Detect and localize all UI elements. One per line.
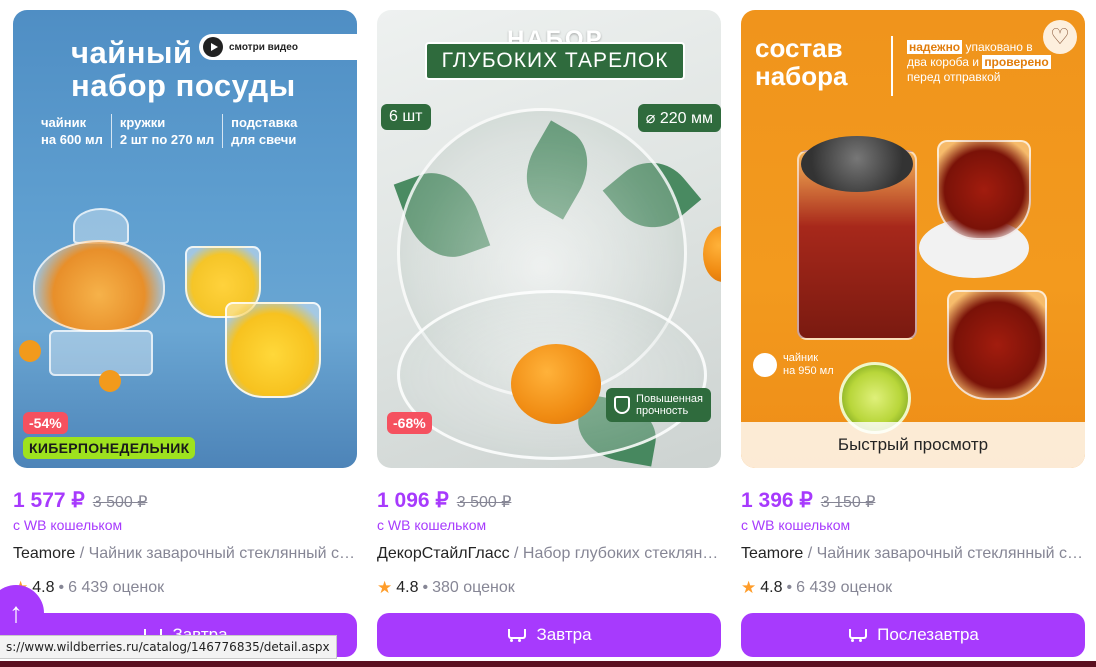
product-title: / Чайник заварочный стеклянный с подстав…: [79, 545, 357, 562]
rating: ★ 4.8 • 6 439 оценок: [13, 577, 357, 599]
product-title: / Набор глубоких стеклянных тарелок: [514, 545, 721, 562]
discount-badge: -68%: [387, 412, 432, 434]
separator: •: [58, 579, 65, 596]
reviews-count[interactable]: 6 439 оценок: [796, 579, 892, 597]
catalog-page: чайный набор посуды смотри видео чайник н…: [0, 0, 1096, 667]
packaging-note: надежно упаковано в два короба и провере…: [907, 40, 1051, 84]
promo-badge: КИБЕРПОНЕДЕЛЬНИК: [23, 437, 196, 459]
teapot-illustration: [33, 240, 165, 332]
image-subtitle: ГЛУБОКИХ ТАРЕЛОК: [425, 42, 685, 80]
price-row: 1 096 ₽ 3 500 ₽: [377, 488, 721, 514]
cart-icon: [506, 627, 527, 643]
image-specs: чайник на 600 мл кружки 2 шт по 270 мл под…: [33, 114, 341, 148]
cup-illustration: [947, 290, 1047, 400]
product-image[interactable]: чайный набор посуды смотри видео чайник н…: [13, 10, 357, 468]
bottom-strip: [0, 661, 1096, 667]
separator: •: [786, 579, 793, 596]
add-to-cart-button[interactable]: Завтра: [377, 613, 721, 657]
kettle-note: чайник на 950 мл: [753, 352, 834, 378]
spec-item: чайник на 600 мл: [41, 115, 103, 147]
wallet-note: с WB кошельком: [741, 517, 851, 533]
product-image[interactable]: состав набора надежно упаковано в два ко…: [741, 10, 1085, 468]
product-name[interactable]: ДекорСтайлГласс / Набор глубоких стеклян…: [377, 545, 721, 567]
product-name[interactable]: Teamore / Чайник заварочный стеклянный с…: [13, 545, 357, 567]
quick-view-button[interactable]: Быстрый просмотр: [741, 422, 1085, 468]
price-row: 1 396 ₽ 3 150 ₽: [741, 488, 1085, 514]
reviews-count[interactable]: 380 оценок: [432, 579, 515, 597]
spec-item: подставка для свечи: [222, 114, 305, 148]
spec-item: кружки 2 шт по 270 мл: [110, 114, 222, 148]
strength-badge: Повышенная прочность: [606, 388, 711, 422]
cart-icon: [847, 627, 868, 643]
brand: Teamore: [13, 545, 76, 562]
cup-illustration: [937, 140, 1031, 240]
brand: Teamore: [741, 545, 804, 562]
fruit-illustration: [19, 340, 41, 362]
cup-illustration: [225, 302, 321, 398]
price-row: 1 577 ₽ 3 500 ₽: [13, 488, 357, 514]
teapot-illustration: [73, 208, 129, 244]
quantity-label: 6 шт: [381, 104, 431, 130]
product-image[interactable]: НАБОР ГЛУБОКИХ ТАРЕЛОК 6 шт ⌀ 220 мм Пов…: [377, 10, 721, 468]
status-bar-url: s://www.wildberries.ru/catalog/146776835…: [0, 635, 337, 659]
old-price: 3 150 ₽: [820, 494, 876, 511]
product-card[interactable]: чайный набор посуды смотри видео чайник н…: [13, 10, 357, 657]
wallet-note: с WB кошельком: [13, 517, 123, 533]
product-name[interactable]: Teamore / Чайник заварочный стеклянный с…: [741, 545, 1085, 567]
delivery-label: Послезавтра: [877, 625, 979, 644]
rating-value: 4.8: [760, 579, 783, 596]
product-card[interactable]: НАБОР ГЛУБОКИХ ТАРЕЛОК 6 шт ⌀ 220 мм Пов…: [377, 10, 721, 657]
product-title: / Чайник заварочный стеклянный с ситом: [803, 545, 1085, 562]
add-to-cart-button[interactable]: Послезавтра: [741, 613, 1085, 657]
rating-value: 4.8: [396, 579, 419, 596]
star-icon: ★: [741, 578, 757, 597]
product-card[interactable]: состав набора надежно упаковано в два ко…: [741, 10, 1085, 657]
stand-illustration: [49, 330, 153, 376]
arrow-up-icon: ↑: [9, 597, 23, 628]
old-price: 3 500 ₽: [92, 494, 148, 511]
orange-illustration: [703, 226, 721, 282]
teapot-icon: [753, 353, 777, 377]
diameter-label: ⌀ 220 мм: [637, 104, 721, 132]
price: 1 577 ₽: [13, 489, 85, 512]
separator: •: [422, 579, 429, 596]
brand: ДекорСтайлГласс: [377, 545, 510, 562]
orange-illustration: [511, 344, 601, 424]
favorite-heart-icon[interactable]: ♡: [1043, 20, 1077, 54]
delivery-label: Завтра: [536, 625, 592, 644]
kettle-lid-illustration: [801, 136, 913, 192]
fruit-illustration: [99, 370, 121, 392]
image-title: состав набора: [755, 33, 848, 91]
star-icon: ★: [377, 578, 393, 597]
watch-video-button[interactable]: смотри видео: [199, 34, 357, 60]
video-label: смотри видео: [229, 41, 298, 53]
rating: ★ 4.8 • 6 439 оценок: [741, 577, 1085, 599]
reviews-count[interactable]: 6 439 оценок: [68, 579, 164, 597]
wallet-note: с WB кошельком: [377, 517, 487, 533]
divider: [891, 36, 893, 96]
shield-icon: [614, 396, 631, 414]
price: 1 096 ₽: [377, 489, 449, 512]
price: 1 396 ₽: [741, 489, 813, 512]
rating: ★ 4.8 • 380 оценок: [377, 577, 721, 599]
discount-badge: -54%: [23, 412, 68, 434]
old-price: 3 500 ₽: [456, 494, 512, 511]
play-icon: [203, 37, 223, 57]
